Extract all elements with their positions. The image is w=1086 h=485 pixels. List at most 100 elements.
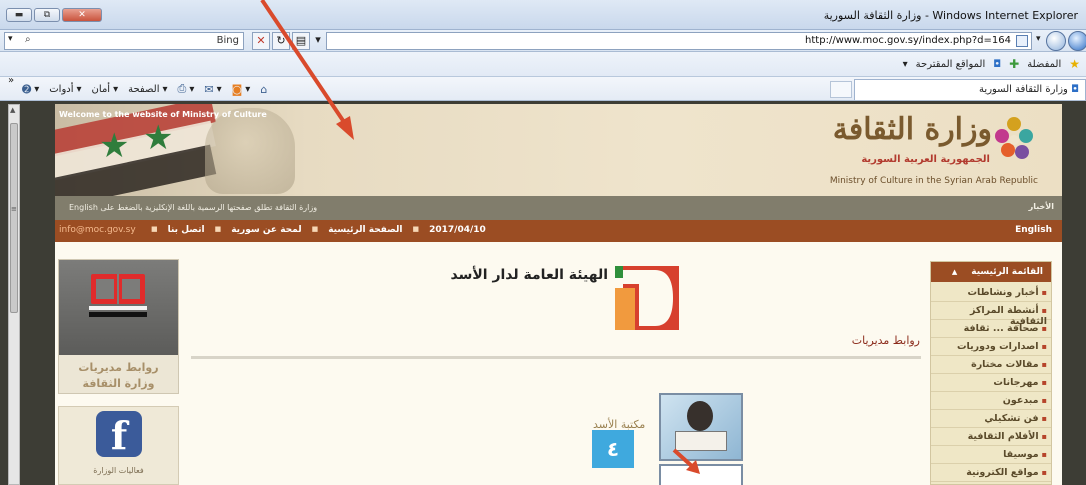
history-dropdown-icon[interactable]: ▾: [1036, 34, 1041, 44]
nav-contact-link[interactable]: اتصل بنا: [168, 225, 205, 235]
nav-email-link[interactable]: info@moc.gov.sy: [59, 225, 136, 235]
news-label[interactable]: الأخبار: [1029, 202, 1054, 211]
menu-item-press[interactable]: ▪صحافة ... ثقافة: [931, 320, 1051, 338]
address-dropdown-icon[interactable]: ▾: [312, 32, 324, 50]
vertical-scrollbar[interactable]: ▲ ≡: [8, 104, 20, 485]
bullet-icon: ▪: [1041, 324, 1047, 333]
search-dropdown-icon[interactable]: ▾: [8, 34, 13, 44]
menu-item-news[interactable]: ▪أخبار ونشاطات: [931, 284, 1051, 302]
ministry-events-label: فعاليات الوزارة: [93, 466, 144, 475]
minimize-button[interactable]: ▬: [6, 8, 32, 22]
nav-bullet-icon: ■: [214, 225, 222, 233]
nav-bullet-icon: ■: [151, 225, 158, 233]
print-button[interactable]: ⎙ ▾: [178, 82, 195, 96]
add-favorite-icon[interactable]: ✚: [1009, 57, 1019, 71]
address-url: http://www.moc.gov.sy/index.php?d=164: [805, 35, 1011, 46]
section-divider: [191, 356, 921, 359]
directorates-image: [59, 260, 178, 355]
window-title: وزارة الثقافة السورية - Windows Internet…: [823, 9, 1078, 22]
new-tab-button[interactable]: [830, 81, 852, 98]
feed-icon: ◙: [231, 82, 243, 96]
stop-icon[interactable]: ✕: [252, 32, 270, 50]
directorates-title-2: وزارة الثقافة: [82, 377, 155, 390]
feeds-button[interactable]: ◙ ▾: [232, 83, 251, 96]
help-menu[interactable]: ➋ ▾: [22, 83, 39, 96]
facebook-icon[interactable]: f: [96, 411, 142, 458]
main-menu-header: القائمة الرئيسية ▲: [931, 262, 1051, 282]
menu-item-cultural-centers[interactable]: ▪أنشطة المراكز الثقافية: [931, 302, 1051, 327]
news-text[interactable]: وزارة الثقافة تطلق صفحتها الرسمية باللغة…: [69, 203, 317, 212]
nav-date: 2017/04/10: [429, 225, 486, 235]
ministry-logo-text: وزارة الثقافة: [832, 112, 992, 147]
menu-item-articles[interactable]: ▪مقالات مختارة: [931, 356, 1051, 374]
bullet-icon: ▪: [1041, 414, 1047, 423]
favorites-label[interactable]: المفضلة: [1027, 59, 1061, 70]
favorites-bar: ★ المفضلة ✚ ◘ المواقع المقترحة ▾: [0, 52, 1086, 77]
scroll-up-icon[interactable]: ▲: [10, 106, 15, 114]
page-compat-icon[interactable]: ▤: [292, 32, 310, 50]
window-titlebar: ▬ ⧉ ✕ وزارة الثقافة السورية - Windows In…: [0, 0, 1086, 30]
bullet-icon: ▪: [1041, 468, 1047, 477]
safety-menu[interactable]: أمان ▾: [92, 84, 119, 95]
menu-collapse-icon[interactable]: ▲: [952, 268, 957, 276]
flag-star-icon: ★: [143, 118, 174, 158]
bullet-icon: ▪: [1041, 288, 1047, 297]
page-label: الصفحة: [128, 83, 160, 95]
nav-home-link[interactable]: الصفحة الرئيسية: [328, 225, 402, 235]
scroll-grip-icon: ≡: [11, 205, 17, 213]
bullet-icon: ▪: [1041, 396, 1047, 405]
search-engine-label: Bing: [216, 35, 239, 46]
facebook-box[interactable]: f فعاليات الوزارة: [58, 406, 179, 485]
menu-item-publications[interactable]: ▪اصدارات ودوريات: [931, 338, 1051, 356]
safety-label: أمان: [91, 83, 111, 95]
menu-item-creators[interactable]: ▪مبدعون: [931, 392, 1051, 410]
step-badge: ٤: [592, 430, 634, 468]
mail-icon: ✉: [204, 82, 214, 96]
refresh-icon[interactable]: ↻: [272, 32, 290, 50]
close-button[interactable]: ✕: [62, 8, 102, 22]
directorates-links-box[interactable]: روابط مديريات وزارة الثقافة: [58, 259, 179, 394]
nav-bullet-icon: ■: [311, 225, 319, 233]
news-ticker: الأخبار وزارة الثقافة تطلق صفحتها الرسمي…: [55, 196, 1062, 220]
bullet-icon: ▪: [1041, 342, 1047, 351]
annotation-arrow-small: [672, 448, 700, 474]
tab-current[interactable]: ◘ وزارة الثقافة السورية: [854, 79, 1086, 100]
address-input[interactable]: http://www.moc.gov.sy/index.php?d=164: [326, 32, 1032, 50]
back-icon[interactable]: [1068, 31, 1086, 51]
suggested-sites-dropdown-icon[interactable]: ▾: [903, 59, 908, 70]
menu-item-fine-art[interactable]: ▪فن تشكيلي: [931, 410, 1051, 428]
mail-button[interactable]: ✉ ▾: [204, 83, 221, 96]
links-section-title: روابط مديريات: [851, 334, 920, 347]
search-box[interactable]: ▾ ⌕ Bing: [4, 32, 244, 50]
tools-menu[interactable]: أدوات ▾: [49, 84, 81, 95]
command-bar-chevron[interactable]: »: [8, 75, 14, 86]
favorites-star-icon[interactable]: ★: [1069, 57, 1080, 71]
menu-item-festivals[interactable]: ▪مهرجانات: [931, 374, 1051, 392]
tab-favicon-icon: ◘: [1071, 84, 1079, 95]
main-menu: القائمة الرئيسية ▲ ▪أخبار ونشاطات ▪أنشطة …: [930, 261, 1052, 485]
home-button[interactable]: ⌂: [260, 83, 267, 96]
welcome-text: Welcome to the website of Ministry of Cu…: [59, 110, 267, 119]
menu-item-music[interactable]: ▪موسيقا: [931, 446, 1051, 464]
page-menu[interactable]: الصفحة ▾: [128, 84, 167, 95]
flag-star-icon: ★: [99, 126, 130, 166]
bullet-icon: ▪: [1041, 306, 1047, 315]
menu-item-films[interactable]: ▪الأفلام الثقافية: [931, 428, 1051, 446]
ministry-logo-english: Ministry of Culture in the Syrian Arab R…: [829, 176, 1038, 186]
suggested-sites-link[interactable]: المواقع المقترحة: [916, 59, 986, 70]
search-icon[interactable]: ⌕: [25, 34, 31, 45]
suggested-sites-icon: ◘: [993, 58, 1002, 70]
english-link[interactable]: English: [1015, 225, 1052, 235]
bullet-icon: ▪: [1041, 360, 1047, 369]
help-icon: ➋: [22, 82, 32, 96]
nav-about-link[interactable]: لمحة عن سورية: [231, 225, 301, 235]
forward-icon[interactable]: [1046, 31, 1066, 51]
restore-button[interactable]: ⧉: [34, 8, 60, 22]
home-icon: ⌂: [260, 82, 268, 96]
artifact-image: [205, 108, 295, 194]
site-banner: ★ ★ Welcome to the website of Ministry o…: [55, 104, 1062, 196]
scrollbar-thumb[interactable]: [10, 123, 18, 313]
print-icon: ⎙: [177, 82, 187, 95]
menu-item-websites[interactable]: ▪مواقع الكترونية: [931, 464, 1051, 482]
window-controls: ▬ ⧉ ✕: [6, 8, 102, 22]
